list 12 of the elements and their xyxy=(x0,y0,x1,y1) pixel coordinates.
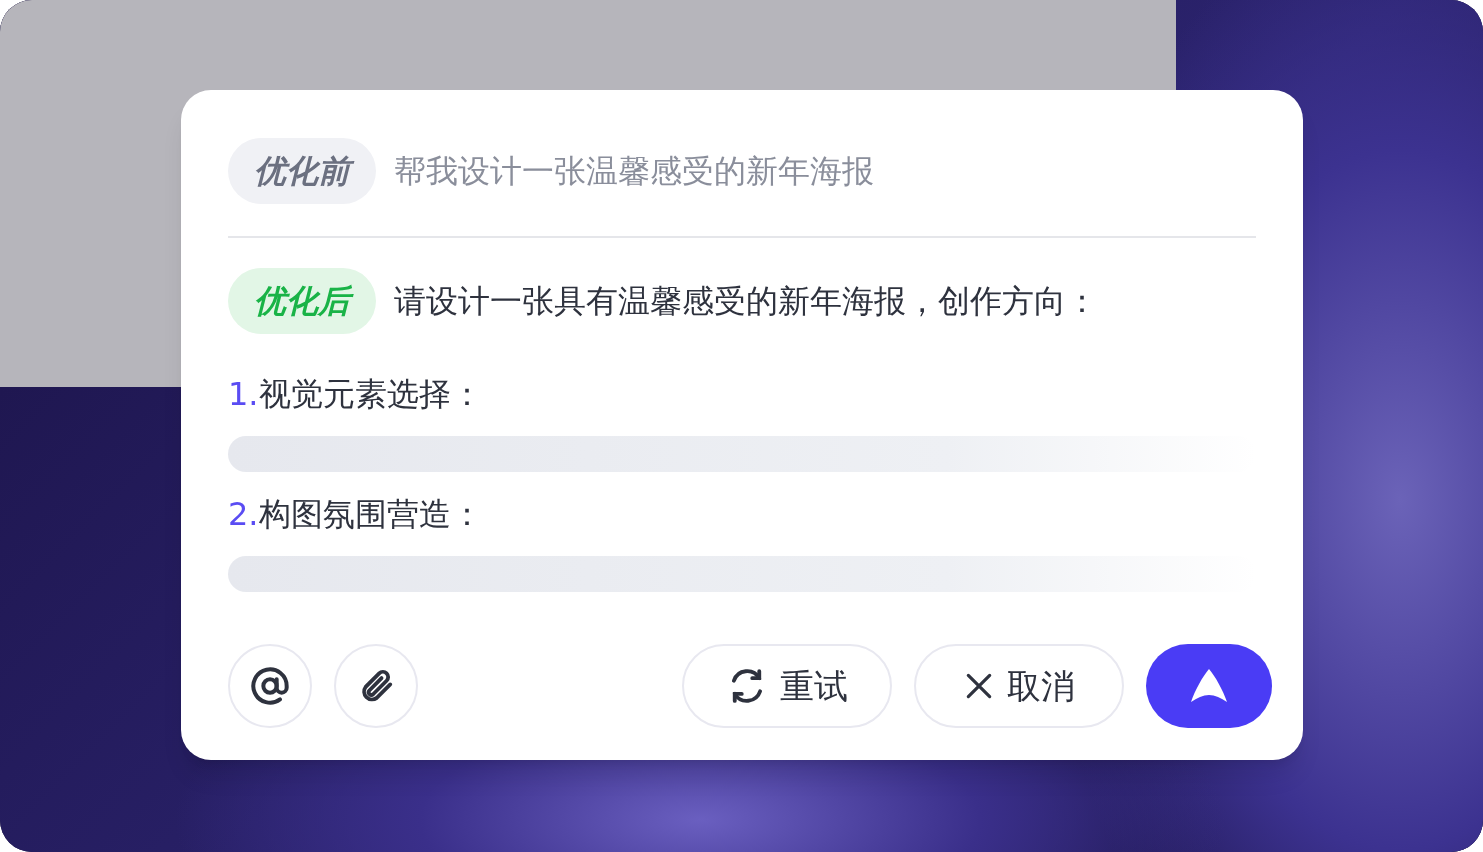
before-tag: 优化前 xyxy=(228,138,376,204)
cancel-button[interactable]: 取消 xyxy=(914,644,1124,728)
original-prompt: 帮我设计一张温馨感受的新年海报 xyxy=(394,151,874,192)
arrowhead-icon xyxy=(1189,668,1229,704)
section-title: 构图氛围营造： xyxy=(258,494,483,535)
retry-button[interactable]: 重试 xyxy=(682,644,892,728)
after-tag: 优化后 xyxy=(228,268,376,334)
section-number: 1. xyxy=(228,374,259,415)
section-number: 2. xyxy=(228,494,259,535)
at-icon xyxy=(250,666,290,706)
section-title: 视觉元素选择： xyxy=(258,374,483,415)
optimized-prompt: 请设计一张具有温馨感受的新年海报，创作方向： xyxy=(394,281,1098,322)
